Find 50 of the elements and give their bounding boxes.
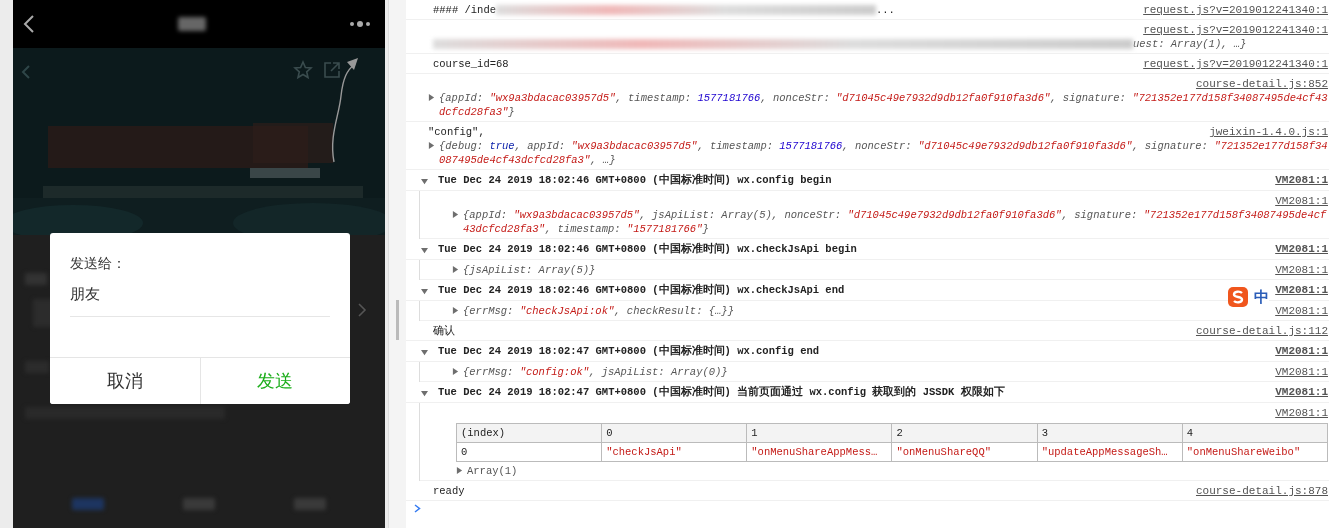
source-link[interactable]: request.js?v=2019012241340:1 [1143,3,1328,17]
dialog-title: 发送给： [70,255,127,273]
log-text: course_id=68 [433,58,509,70]
source-link[interactable]: jweixin-1.4.0.js:1 [1209,125,1328,139]
object-preview[interactable]: {debug: true, appId: "wx9a3bdacac03957d5", timestamp: 1577181766, nonceStr: "d71045c49e7932d9db12fa0f910fa3d6", signature: "721352e177d158f34087495de4cf43dcfcd28fa3", …} [439,139,1328,167]
column-header[interactable]: (index) [456,423,602,443]
group-title[interactable]: Tue Dec 24 2019 18:02:47 GMT+0800 (中国标准时间) 当前页面通过 wx.config 获取到的 JSSDK 权限如下 [438,385,1005,399]
source-link[interactable]: VM2081:1 [1275,406,1328,420]
table-cell: "onMenuShareQQ" [891,442,1038,462]
object-preview[interactable]: Array(1) [467,464,518,478]
log-text: 确认 [433,325,455,337]
source-link[interactable]: VM2081:1 [1275,344,1328,358]
object-preview[interactable]: {appId: "wx9a3bdacac03957d5", jsApiList: Array(5), nonceStr: "d71045c49e7932d9db12fa0f910fa3d6", signature: "721352e177d158f34087495de4cf43dcfcd28fa3", timestamp: "1577181766"} [463,208,1328,236]
source-link[interactable]: VM2081:1 [1275,173,1328,187]
source-link[interactable]: VM2081:1 [1275,283,1328,297]
object-preview[interactable]: uest: Array(1), …} [433,37,1247,51]
table-cell: "onMenuShareAppMess… [746,442,892,462]
column-header[interactable]: 2 [891,423,1038,443]
source-link[interactable]: request.js?v=2019012241340:1 [1143,23,1328,37]
source-link[interactable]: course-detail.js:878 [1195,484,1328,498]
table-cell: "updateAppMessageSh… [1037,442,1183,462]
object-preview[interactable]: {errMsg: "checkJsApi:ok", checkResult: {…}} [463,304,734,318]
column-header[interactable]: 3 [1037,423,1183,443]
source-link[interactable]: VM2081:1 [1275,385,1328,399]
table-cell: "onMenuShareWeibo" [1182,442,1328,462]
source-link[interactable]: VM2081:1 [1275,194,1328,208]
object-preview[interactable]: {appId: "wx9a3bdacac03957d5", timestamp: 1577181766, nonceStr: "d71045c49e7932d9db12fa0f910fa3d6", signature: "721352e177d158f34087495de4cf43dcfcd28fa3"} [439,91,1328,119]
source-link[interactable]: VM2081:1 [1275,365,1328,379]
table-cell: "checkJsApi" [601,442,747,462]
log-text: #### /inde ... [433,4,895,16]
source-link[interactable]: course-detail.js:112 [1195,324,1328,338]
column-header[interactable]: 1 [746,423,892,443]
object-preview[interactable]: {jsApiList: Array(5)} [463,263,596,277]
table-cell: 0 [456,442,602,462]
ime-indicator[interactable]: 中 [1228,287,1269,307]
source-link[interactable]: VM2081:1 [1275,263,1328,277]
source-link[interactable]: course-detail.js:852 [1195,77,1328,91]
column-header[interactable]: 0 [601,423,747,443]
group-title[interactable]: Tue Dec 24 2019 18:02:46 GMT+0800 (中国标准时间) wx.config begin [438,173,832,187]
group-title[interactable]: Tue Dec 24 2019 18:02:47 GMT+0800 (中国标准时间) wx.config end [438,344,820,358]
source-link[interactable]: VM2081:1 [1275,242,1328,256]
object-preview[interactable]: {errMsg: "config:ok", jsApiList: Array(0)} [463,365,728,379]
log-text: "config", [428,126,485,138]
group-title[interactable]: Tue Dec 24 2019 18:02:46 GMT+0800 (中国标准时间) wx.checkJsApi end [438,283,845,297]
column-header[interactable]: 4 [1182,423,1328,443]
group-title[interactable]: Tue Dec 24 2019 18:02:46 GMT+0800 (中国标准时间) wx.checkJsApi begin [438,242,857,256]
recipient-name: 朋友 [70,285,330,317]
source-link[interactable]: request.js?v=2019012241340:1 [1143,57,1328,71]
source-link[interactable]: VM2081:1 [1275,304,1328,318]
log-text: ready [433,485,465,497]
